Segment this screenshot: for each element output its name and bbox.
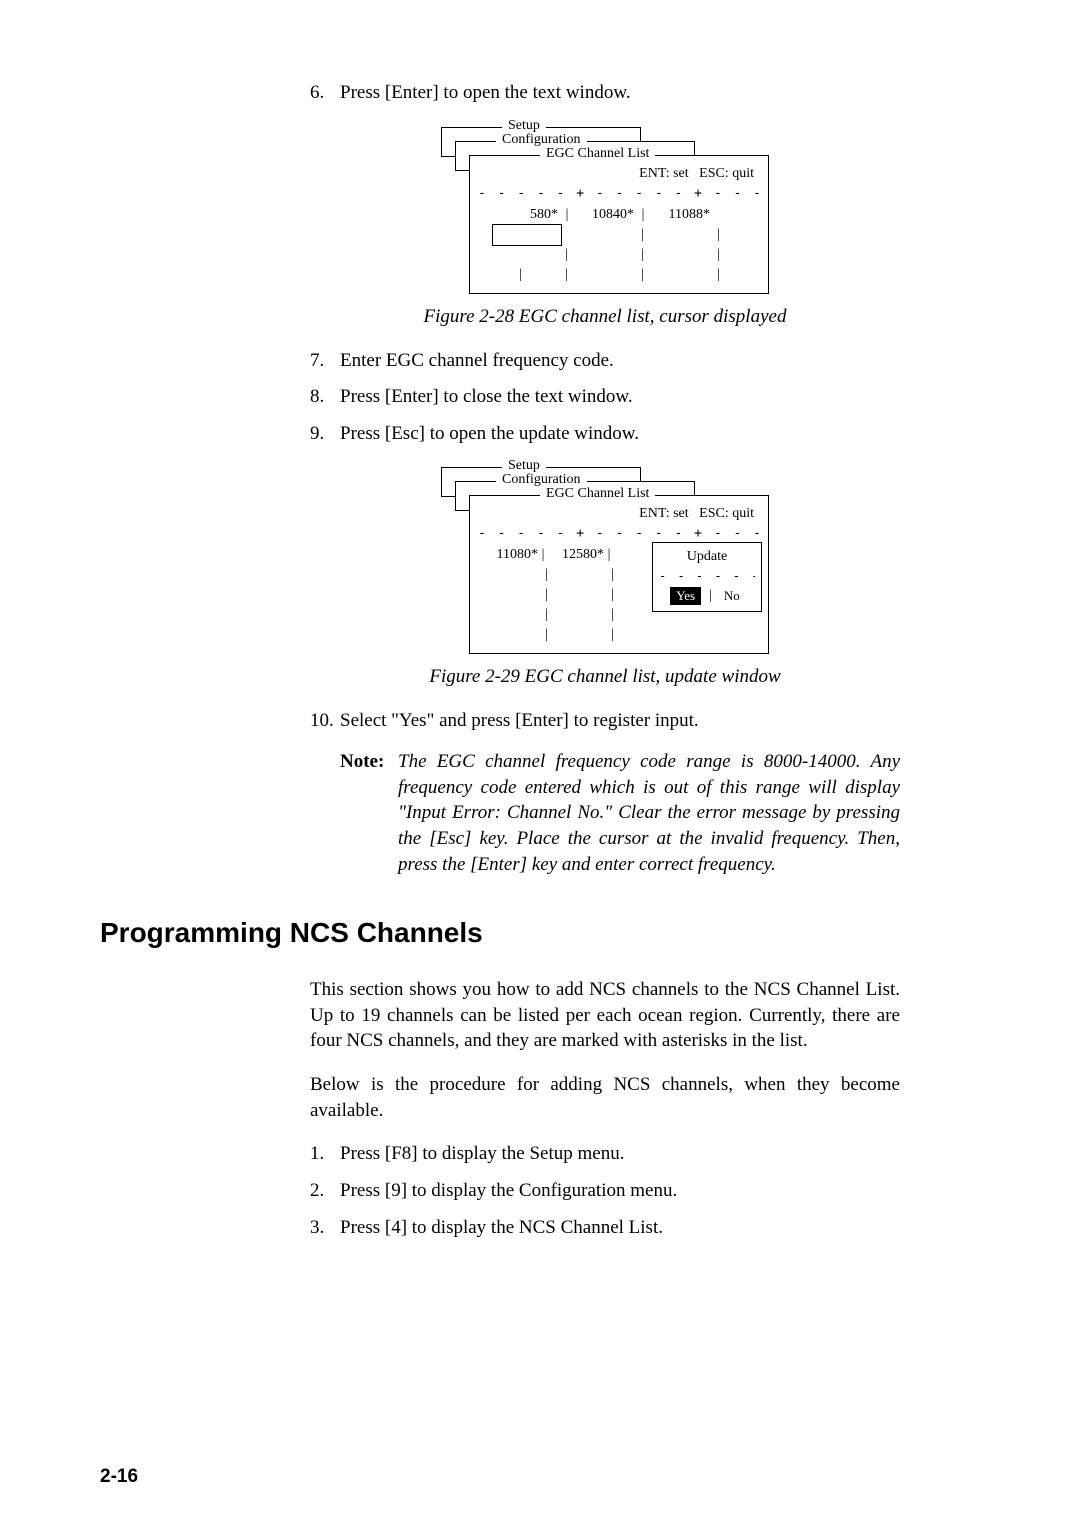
divider: - - - - - + - - - - - + - - - - - + - - …	[478, 526, 760, 541]
step-number: 1.	[310, 1141, 340, 1168]
cell: 11088*	[648, 207, 714, 223]
pipe: |	[568, 247, 644, 263]
step-c3: 3. Press [4] to display the NCS Channel …	[310, 1215, 900, 1242]
step-text: Press [Enter] to close the text window.	[340, 384, 900, 411]
step-text: Press [Esc] to open the update window.	[340, 421, 900, 448]
step-number: 10.	[310, 708, 340, 735]
egc-row: | |	[478, 625, 760, 645]
pipe: |	[562, 207, 572, 223]
egc-channel-list-box: EGC Channel List ENT: set ESC: quit - - …	[469, 155, 769, 294]
egc-diagram-update: Setup Configuration EGC Channel List ENT…	[435, 467, 775, 654]
step-text: Select "Yes" and press [Enter] to regist…	[340, 708, 900, 735]
divider: - - - - - - - -	[659, 569, 755, 583]
update-popup: Update - - - - - - - - Yes | No	[652, 542, 762, 612]
pipe: |	[478, 587, 548, 603]
yes-button[interactable]: Yes	[670, 587, 701, 605]
step-number: 2.	[310, 1178, 340, 1205]
note-text: The EGC channel frequency code range is …	[398, 749, 900, 877]
cell: 580*	[478, 207, 562, 223]
pipe: |	[709, 588, 712, 604]
pipe: |	[644, 267, 720, 283]
text-cursor-box	[492, 224, 562, 246]
step-c1: 1. Press [F8] to display the Setup menu.	[310, 1141, 900, 1168]
step-8: 8. Press [Enter] to close the text windo…	[310, 384, 900, 411]
egc-hint: ENT: set ESC: quit	[478, 506, 760, 522]
update-label: Update	[659, 549, 755, 565]
pipe: |	[644, 247, 720, 263]
pipe: |	[478, 627, 548, 643]
pipe: |	[478, 607, 548, 623]
pipe: |	[478, 247, 568, 263]
step-6: 6. Press [Enter] to open the text window…	[310, 80, 900, 107]
yes-no-row: Yes | No	[659, 587, 755, 605]
step-9: 9. Press [Esc] to open the update window…	[310, 421, 900, 448]
egc-title: EGC Channel List	[540, 146, 655, 162]
step-text: Press [9] to display the Configuration m…	[340, 1178, 900, 1205]
section-heading: Programming NCS Channels	[100, 917, 980, 949]
pipe: |	[478, 567, 548, 583]
pipe: |	[548, 567, 614, 583]
egc-row: | | | |	[478, 265, 760, 285]
pipe: |	[568, 227, 644, 243]
egc-title: EGC Channel List	[540, 486, 655, 502]
pipe: |	[522, 267, 568, 283]
note-label: Note:	[340, 749, 398, 877]
step-number: 3.	[310, 1215, 340, 1242]
step-text: Press [F8] to display the Setup menu.	[340, 1141, 900, 1168]
paragraph: Below is the procedure for adding NCS ch…	[310, 1072, 900, 1123]
pipe: |	[538, 547, 548, 563]
egc-channel-list-box: EGC Channel List ENT: set ESC: quit - - …	[469, 495, 769, 654]
cell: 10840*	[572, 207, 638, 223]
step-text: Press [4] to display the NCS Channel Lis…	[340, 1215, 900, 1242]
pipe: |	[644, 227, 720, 243]
step-c2: 2. Press [9] to display the Configuratio…	[310, 1178, 900, 1205]
egc-hint: ENT: set ESC: quit	[478, 166, 760, 182]
hint-esc: ESC: quit	[699, 166, 754, 181]
pipe: |	[548, 627, 614, 643]
step-number: 8.	[310, 384, 340, 411]
step-number: 9.	[310, 421, 340, 448]
egc-row: 580* | 10840* | 11088*	[478, 205, 760, 225]
pipe: |	[604, 547, 614, 563]
egc-diagram-cursor: Setup Configuration EGC Channel List ENT…	[435, 127, 775, 294]
no-button[interactable]: No	[720, 587, 744, 605]
step-text: Enter EGC channel frequency code.	[340, 348, 900, 375]
egc-row: | |	[478, 225, 760, 245]
pipe: |	[568, 267, 644, 283]
note-block: Note: The EGC channel frequency code ran…	[340, 749, 900, 877]
step-7: 7. Enter EGC channel frequency code.	[310, 348, 900, 375]
pipe: |	[548, 607, 614, 623]
step-text: Press [Enter] to open the text window.	[340, 80, 900, 107]
hint-ent: ENT: set	[639, 506, 688, 521]
pipe: |	[548, 587, 614, 603]
paragraph: This section shows you how to add NCS ch…	[310, 977, 900, 1054]
egc-row: | | |	[478, 245, 760, 265]
figure-2-caption: Figure 2-29 EGC channel list, update win…	[310, 666, 900, 688]
step-10: 10. Select "Yes" and press [Enter] to re…	[310, 708, 900, 735]
cell: 11080*	[478, 547, 538, 563]
cell: 12580*	[548, 547, 604, 563]
divider: - - - - - + - - - - - + - - - - - + - - …	[478, 186, 760, 201]
hint-ent: ENT: set	[639, 166, 688, 181]
step-number: 6.	[310, 80, 340, 107]
hint-esc: ESC: quit	[699, 506, 754, 521]
page-number: 2-16	[100, 1466, 138, 1488]
step-number: 7.	[310, 348, 340, 375]
figure-1-caption: Figure 2-28 EGC channel list, cursor dis…	[310, 306, 900, 328]
pipe: |	[638, 207, 648, 223]
pipe: |	[478, 267, 522, 283]
